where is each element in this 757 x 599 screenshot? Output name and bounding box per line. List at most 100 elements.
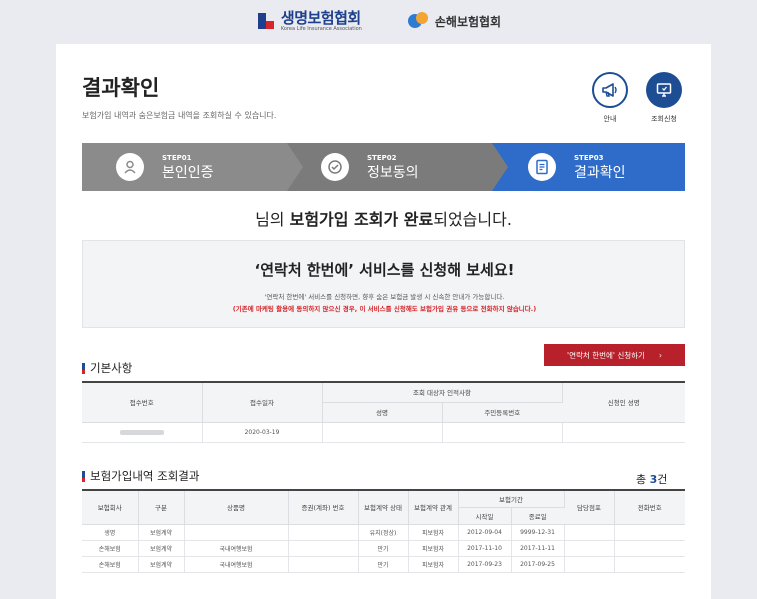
step-progress: STEP01 본인인증 STEP02 정보동의 STEP03 결과확인 — [82, 143, 685, 191]
page-title: 결과확인 — [82, 76, 160, 100]
cell-company: 생명 — [82, 524, 139, 541]
cell-status: 유지(정상) — [358, 524, 409, 541]
promo-note: (기존에 마케팅 활용에 동의하지 않으신 경우, 이 서비스를 신청해도 보험… — [232, 305, 537, 313]
step-arrow — [287, 143, 303, 191]
th-rrn: 주민등록번호 — [442, 402, 563, 423]
cell-policy-no — [288, 556, 359, 573]
basic-section-title: 기본사항 — [82, 360, 132, 376]
th-product: 상품명 — [184, 490, 289, 525]
step-name: 정보동의 — [367, 164, 419, 181]
th-name: 성명 — [322, 402, 443, 423]
completion-prefix: 님의 — [255, 210, 290, 229]
cell-receipt-no — [82, 422, 203, 443]
cell-start: 2012-09-04 — [458, 524, 512, 541]
cell-manager — [564, 556, 615, 573]
result-count: 총 3건 — [636, 471, 667, 487]
cell-phone — [614, 556, 686, 573]
guide-label: 안내 — [603, 115, 617, 123]
th-contract-status: 보험계약 상태 — [358, 490, 409, 525]
document-icon — [528, 153, 556, 181]
klia-logo-sub: Korea Life Insurance Association — [280, 25, 362, 32]
person-icon — [116, 153, 144, 181]
cell-category: 보험계약 — [138, 556, 185, 573]
cell-relation: 피보험자 — [408, 524, 459, 541]
step-number: STEP03 — [574, 153, 604, 162]
cell-category: 보험계약 — [138, 524, 185, 541]
results-section-title: 보험가입내역 조회결과 — [82, 468, 199, 484]
th-contract-relation: 보험계약 관계 — [408, 490, 459, 525]
step-result: STEP03 결과확인 — [492, 143, 685, 191]
step-name: 본인인증 — [162, 164, 214, 181]
basic-info-table: 접수번호 접수일자 조회 대상자 인적사항 신청인 성명 성명 주민등록번호 2… — [82, 381, 686, 443]
completion-suffix: 되었습니다. — [433, 210, 512, 229]
klia-logo[interactable]: 생명보험협회 Korea Life Insurance Association — [256, 8, 362, 32]
cell-policy-no — [288, 540, 359, 557]
klia-logo-name: 생명보험협회 — [280, 8, 361, 27]
cell-applicant — [562, 422, 686, 443]
klia-logo-icon — [256, 11, 276, 31]
cell-status: 만기 — [358, 556, 409, 573]
cell-rrn — [442, 422, 563, 443]
cell-category: 보험계약 — [138, 540, 185, 557]
th-category: 구분 — [138, 490, 185, 525]
cell-manager — [564, 524, 615, 541]
cell-product: 국내여행보험 — [184, 540, 289, 557]
table-row: 2020-03-19 — [82, 422, 686, 443]
promo-title: ‘연락처 한번에’ 서비스를 신청해 보세요! — [254, 261, 515, 279]
th-end: 종료일 — [511, 507, 565, 525]
knia-logo[interactable]: 손해보험협회 — [407, 12, 502, 30]
th-policy-no: 증권(계좌) 번호 — [288, 490, 359, 525]
table-row[interactable]: 손해보험 보험계약 국내여행보험 만기 피보험자 2017-09-23 2017… — [82, 556, 686, 573]
page-subtitle: 보험가입 내역과 숨은보험금 내역을 조회하실 수 있습니다. — [82, 111, 277, 120]
cell-receipt-date: 2020-03-19 — [202, 422, 323, 443]
cell-status: 만기 — [358, 540, 409, 557]
cell-product: 국내여행보험 — [184, 556, 289, 573]
cell-start: 2017-11-10 — [458, 540, 512, 557]
cell-relation: 피보험자 — [408, 540, 459, 557]
step-identity: STEP01 본인인증 — [82, 143, 287, 191]
cell-company: 손해보험 — [82, 540, 139, 557]
results-table: 보험회사 구분 상품명 증권(계좌) 번호 보험계약 상태 보험계약 관계 보험… — [82, 489, 686, 573]
cell-relation: 피보험자 — [408, 556, 459, 573]
th-start: 시작일 — [458, 507, 512, 525]
contact-apply-label: '연락처 한번에' 신청하기 — [567, 350, 645, 360]
section-marker — [82, 362, 85, 374]
step-name: 결과확인 — [574, 164, 626, 181]
knia-logo-name: 손해보험협회 — [434, 14, 502, 29]
cell-end: 2017-09-25 — [511, 556, 565, 573]
masked-value — [119, 429, 164, 435]
promo-box: ‘연락처 한번에’ 서비스를 신청해 보세요! '연락처 한번에' 서비스를 신… — [82, 240, 685, 328]
section-marker — [82, 470, 85, 482]
cell-name — [322, 422, 443, 443]
cell-phone — [614, 540, 686, 557]
cell-phone — [614, 524, 686, 541]
chevron-right-icon: › — [658, 350, 662, 360]
step-arrow — [492, 143, 508, 191]
step-number: STEP01 — [162, 153, 192, 162]
cell-end: 9999-12-31 — [511, 524, 565, 541]
count-prefix: 총 — [636, 473, 650, 486]
results-section-label: 보험가입내역 조회결과 — [90, 469, 200, 483]
apply-label: 조회신청 — [651, 115, 677, 123]
th-company: 보험회사 — [82, 490, 139, 525]
check-circle-icon — [321, 153, 349, 181]
step-number: STEP02 — [367, 153, 397, 162]
table-row[interactable]: 생명 보험계약 유지(정상) 피보험자 2012-09-04 9999-12-3… — [82, 524, 686, 541]
completion-bold: 보험가입 조회가 완료 — [289, 210, 434, 229]
apply-button[interactable] — [646, 72, 682, 108]
th-period: 보험기간 — [458, 490, 565, 508]
th-target-group: 조회 대상자 인적사항 — [322, 382, 563, 403]
th-receipt-no: 접수번호 — [82, 382, 203, 423]
th-applicant: 신청인 성명 — [562, 382, 686, 423]
cell-company: 손해보험 — [82, 556, 139, 573]
guide-button[interactable] — [592, 72, 628, 108]
completion-message: 님의 보험가입 조회가 완료되었습니다. — [56, 206, 711, 230]
cell-product — [184, 524, 289, 541]
main-card: 결과확인 보험가입 내역과 숨은보험금 내역을 조회하실 수 있습니다. 안내 … — [56, 44, 711, 599]
monitor-icon — [656, 83, 672, 97]
table-row[interactable]: 손해보험 보험계약 국내여행보험 만기 피보험자 2017-11-10 2017… — [82, 540, 686, 557]
cell-manager — [564, 540, 615, 557]
contact-apply-button[interactable]: '연락처 한번에' 신청하기 › — [544, 344, 685, 366]
promo-description: '연락처 한번에' 서비스를 신청하면, 향후 숨은 보험금 발생 시 신속한 … — [264, 293, 505, 301]
th-manager: 담당점포 — [564, 490, 615, 525]
